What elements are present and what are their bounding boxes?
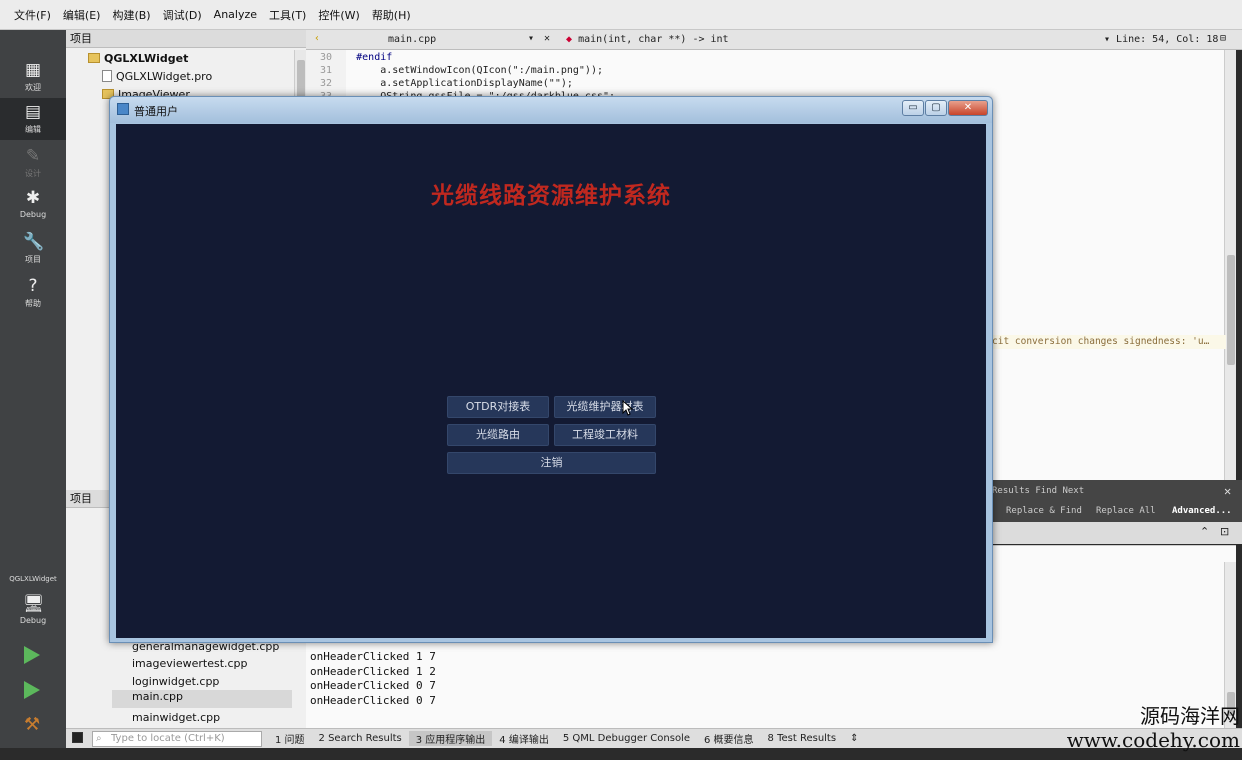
kit-selector[interactable]: 🖥 Debug bbox=[0, 590, 66, 632]
debug-run-icon[interactable] bbox=[24, 681, 40, 699]
project-panel-header: 项目 bbox=[66, 30, 306, 48]
code-line: 30 #endif bbox=[320, 52, 393, 63]
mode-label: 编辑 bbox=[25, 125, 41, 134]
mode-debug[interactable]: ✱ Debug bbox=[0, 184, 66, 226]
cursor-position[interactable]: ▾ Line: 54, Col: 18 bbox=[1104, 34, 1218, 45]
mode-edit[interactable]: ▤ 编辑 bbox=[0, 98, 66, 140]
output-line: onHeaderClicked 0 7 bbox=[310, 694, 436, 707]
dialog-title-bar[interactable]: 普通用户 ▭ ▢ ✕ bbox=[110, 97, 992, 123]
editor-scrollbar[interactable] bbox=[1224, 50, 1236, 480]
dialog-title: 普通用户 bbox=[134, 105, 178, 118]
mode-label: 设计 bbox=[25, 169, 41, 178]
grid-icon: ▦ bbox=[24, 60, 42, 80]
tab-general-messages[interactable]: 6 概要信息 bbox=[697, 731, 761, 746]
back-icon[interactable]: ‹ bbox=[314, 33, 320, 44]
mode-label: 项目 bbox=[25, 255, 41, 264]
mode-help[interactable]: ? 帮助 bbox=[0, 272, 66, 314]
output-line: onHeaderClicked 1 7 bbox=[310, 650, 436, 663]
build-hammer-icon[interactable]: ⚒ bbox=[24, 714, 40, 735]
help-icon: ? bbox=[28, 276, 38, 296]
file-item-selected[interactable]: main.cpp bbox=[112, 690, 292, 708]
pencil-icon: ✎ bbox=[25, 146, 41, 166]
file-item[interactable]: mainwidget.cpp bbox=[132, 711, 220, 724]
run-icon[interactable] bbox=[24, 646, 40, 664]
maximize-button[interactable]: ▢ bbox=[925, 100, 947, 116]
search-icon: ⌕ bbox=[96, 732, 102, 744]
output-line: onHeaderClicked 0 7 bbox=[310, 679, 436, 692]
chevron-down-icon[interactable]: ▾ bbox=[528, 33, 534, 44]
tab-search-results[interactable]: 2 Search Results bbox=[312, 733, 409, 744]
watermark-url: www.codehy.com bbox=[1066, 728, 1240, 752]
code-line: 32 a.setApplicationDisplayName(""); bbox=[320, 78, 573, 89]
maintainer-table-button[interactable]: 光缆维护器材表 bbox=[554, 396, 656, 418]
function-icon: ◆ bbox=[566, 34, 573, 45]
menu-tools[interactable]: 工具(T) bbox=[263, 7, 312, 23]
menu-widgets[interactable]: 控件(W) bbox=[312, 7, 365, 23]
mode-projects[interactable]: 🔧 项目 bbox=[0, 228, 66, 270]
split-icon[interactable]: ⊟ bbox=[1220, 33, 1226, 44]
file-item[interactable]: imageviewertest.cpp bbox=[132, 657, 248, 670]
logout-button[interactable]: 注销 bbox=[447, 452, 656, 474]
mode-label: 欢迎 bbox=[25, 83, 41, 92]
tab-test-results[interactable]: 8 Test Results bbox=[761, 733, 844, 744]
locate-input[interactable]: ⌕ Type to locate (Ctrl+K) bbox=[92, 730, 262, 747]
close-icon[interactable]: ✕ bbox=[1224, 484, 1231, 498]
dialog-content: 光缆线路资源维护系统 OTDR对接表 光缆维护器材表 光缆路由 工程竣工材料 注… bbox=[116, 124, 986, 638]
tabs-more-icon[interactable]: ⇕ bbox=[843, 733, 865, 744]
mode-label: 帮助 bbox=[25, 299, 41, 308]
chevron-up-icon[interactable]: ⌃ bbox=[1200, 525, 1209, 538]
editor-toolbar: ‹ main.cpp ▾ ✕ ◆ main(int, char **) -> i… bbox=[306, 30, 1242, 50]
warning-annotation: cit conversion changes signedness: 'u… bbox=[986, 335, 1226, 349]
menu-help[interactable]: 帮助(H) bbox=[366, 7, 417, 23]
system-title: 光缆线路资源维护系统 bbox=[431, 183, 671, 209]
mode-bar: ▦ 欢迎 ▤ 编辑 ✎ 设计 ✱ Debug 🔧 项目 ? 帮助 QGLXLWi… bbox=[0, 30, 66, 760]
completion-materials-button[interactable]: 工程竣工材料 bbox=[554, 424, 656, 446]
maximize-icon[interactable]: ⊡ bbox=[1220, 525, 1229, 538]
replace-find-button[interactable]: Replace & Find bbox=[1006, 506, 1082, 516]
otdr-table-button[interactable]: OTDR对接表 bbox=[447, 396, 549, 418]
find-panel-footer: ⌃ ⊡ bbox=[988, 522, 1242, 544]
watermark-title: 源码海洋网 bbox=[1140, 704, 1240, 728]
file-icon bbox=[102, 70, 112, 82]
edit-icon: ▤ bbox=[24, 102, 42, 122]
mode-welcome[interactable]: ▦ 欢迎 bbox=[0, 56, 66, 98]
mode-label: Debug bbox=[19, 210, 47, 219]
tab-application-output[interactable]: 3 应用程序输出 bbox=[408, 731, 493, 746]
menu-file[interactable]: 文件(F) bbox=[8, 7, 57, 23]
file-selector[interactable]: main.cpp bbox=[388, 34, 436, 45]
output-line: onHeaderClicked 1 2 bbox=[310, 665, 436, 678]
menu-bar: 文件(F) 编辑(E) 构建(B) 调试(D) Analyze 工具(T) 控件… bbox=[0, 0, 1242, 30]
symbol-selector[interactable]: ◆ main(int, char **) -> int bbox=[566, 34, 729, 45]
code-line: 31 a.setWindowIcon(QIcon(":/main.png")); bbox=[320, 65, 603, 76]
advanced-button[interactable]: Advanced... bbox=[1172, 506, 1232, 516]
user-dialog-window: 普通用户 ▭ ▢ ✕ 光缆线路资源维护系统 OTDR对接表 光缆维护器材表 光缆… bbox=[109, 96, 993, 643]
menu-edit[interactable]: 编辑(E) bbox=[57, 7, 107, 23]
watermark: 源码海洋网 www.codehy.com bbox=[1040, 704, 1240, 752]
cable-route-button[interactable]: 光缆路由 bbox=[447, 424, 549, 446]
tree-item-project[interactable]: QGLXLWidget bbox=[88, 52, 188, 65]
menu-debug[interactable]: 调试(D) bbox=[157, 7, 208, 23]
close-button[interactable]: ✕ bbox=[948, 100, 988, 116]
wrench-icon: 🔧 bbox=[23, 232, 45, 252]
kit-config-label: Debug bbox=[19, 616, 47, 625]
folder-icon bbox=[88, 53, 100, 63]
toggle-sidebar-icon[interactable] bbox=[72, 732, 83, 743]
tab-issues[interactable]: 1 问题 bbox=[268, 731, 312, 746]
menu-analyze[interactable]: Analyze bbox=[208, 8, 263, 21]
bug-icon: ✱ bbox=[25, 188, 41, 208]
app-icon bbox=[117, 103, 129, 115]
menu-build[interactable]: 构建(B) bbox=[106, 7, 156, 23]
tab-qml-debugger[interactable]: 5 QML Debugger Console bbox=[556, 733, 697, 744]
find-results-label[interactable]: Results Find Next bbox=[992, 486, 1084, 496]
file-item[interactable]: loginwidget.cpp bbox=[132, 675, 219, 688]
minimize-button[interactable]: ▭ bbox=[902, 100, 924, 116]
tab-compile-output[interactable]: 4 编译输出 bbox=[492, 731, 556, 746]
mouse-cursor-icon bbox=[622, 400, 634, 416]
close-file-icon[interactable]: ✕ bbox=[544, 33, 550, 44]
mode-design[interactable]: ✎ 设计 bbox=[0, 142, 66, 184]
replace-all-button[interactable]: Replace All bbox=[1096, 506, 1156, 516]
kit-project-label: QGLXLWidget bbox=[9, 575, 57, 583]
tree-item-pro-file[interactable]: QGLXLWidget.pro bbox=[102, 70, 212, 83]
monitor-icon: 🖥 bbox=[23, 594, 45, 614]
